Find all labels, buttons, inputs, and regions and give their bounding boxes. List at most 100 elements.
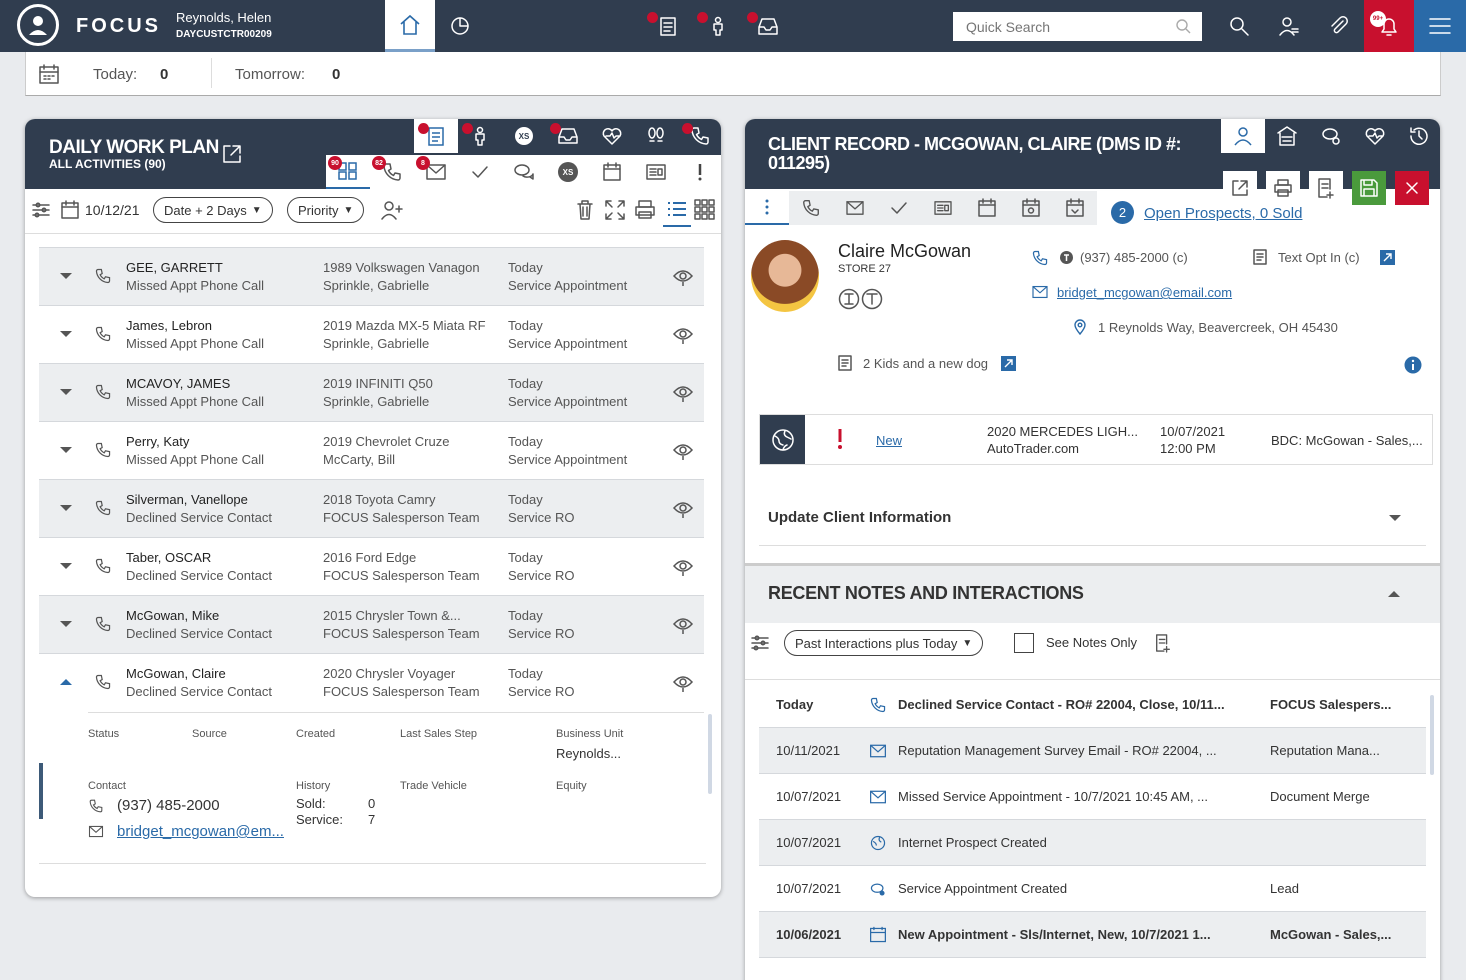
preview-button[interactable] — [672, 616, 694, 637]
see-notes-only-checkbox[interactable] — [1014, 633, 1034, 653]
preview-button[interactable] — [672, 558, 694, 579]
table-row[interactable]: Perry, Katy Missed Appt Phone Call 2019 … — [39, 422, 704, 480]
chevron-up-icon[interactable] — [59, 677, 73, 687]
table-row[interactable]: Taber, OSCAR Declined Service Contact 20… — [39, 538, 704, 596]
client-name[interactable]: Silverman, Vanellope — [126, 492, 248, 507]
preview-button[interactable] — [672, 384, 694, 405]
tab-garage[interactable] — [1265, 119, 1309, 153]
table-row[interactable]: MCAVOY, JAMES Missed Appt Phone Call 201… — [39, 364, 704, 422]
preview-button[interactable] — [672, 268, 694, 289]
tab-service-appointments[interactable] — [1009, 191, 1053, 225]
grid-view-icon[interactable] — [694, 199, 716, 221]
preview-button[interactable] — [672, 674, 694, 695]
chevron-down-icon[interactable] — [59, 387, 73, 397]
sort-dropdown[interactable]: Priority ▼ — [287, 197, 365, 223]
client-name[interactable]: Perry, Katy — [126, 434, 189, 449]
tab-service[interactable] — [1309, 119, 1353, 153]
table-row[interactable]: James, Lebron Missed Appt Phone Call 201… — [39, 306, 704, 364]
chevron-down-icon[interactable] — [59, 561, 73, 571]
user-search-button[interactable] — [1264, 0, 1314, 52]
notes-filter-dropdown[interactable]: Past Interactions plus Today ▼ — [784, 630, 984, 656]
list-item[interactable]: 10/07/2021 Missed Service Appointment - … — [759, 774, 1426, 820]
tab-tasks[interactable] — [877, 191, 921, 225]
tomorrow-count[interactable]: 0 — [332, 66, 340, 83]
tab-inbox[interactable] — [546, 119, 590, 153]
preview-button[interactable] — [672, 442, 694, 463]
tab-documents[interactable] — [921, 191, 965, 225]
note-add-icon[interactable] — [1154, 632, 1172, 654]
edit-phone-button[interactable] — [1380, 250, 1395, 265]
client-phone[interactable]: (937) 485-2000 (c) — [1080, 250, 1188, 265]
home-button[interactable] — [385, 0, 435, 52]
tab-calls[interactable]: 82 — [370, 155, 414, 189]
search-button[interactable] — [1214, 0, 1264, 52]
add-note-button[interactable] — [1309, 171, 1343, 205]
client-name[interactable]: Taber, OSCAR — [126, 550, 211, 565]
tab-emails[interactable]: 8 — [414, 155, 458, 189]
tab-walk-in[interactable] — [634, 119, 678, 153]
prospect-row[interactable]: New 2020 MERCEDES LIGH... AutoTrader.com… — [759, 414, 1433, 465]
client-name[interactable]: McGowan, Claire — [126, 666, 226, 681]
inbox-nav-button[interactable] — [743, 0, 793, 52]
edit-note-button[interactable] — [1001, 356, 1016, 371]
tab-events[interactable] — [1053, 191, 1097, 225]
trash-icon[interactable] — [576, 199, 594, 221]
tab-emails[interactable] — [833, 191, 877, 225]
dashboard-button[interactable] — [435, 0, 485, 52]
tab-history[interactable] — [1397, 119, 1440, 153]
tab-priority[interactable] — [678, 155, 721, 189]
main-menu-button[interactable] — [1414, 0, 1466, 52]
client-name[interactable]: GEE, GARRETT — [126, 260, 223, 275]
tab-work-plan[interactable] — [414, 119, 458, 153]
quick-search-input[interactable] — [953, 12, 1202, 41]
chevron-down-icon[interactable] — [59, 503, 73, 513]
notes-scrollbar[interactable] — [1429, 695, 1435, 775]
contact-phone[interactable]: (937) 485-2000 — [117, 797, 220, 814]
client-name[interactable]: MCAVOY, JAMES — [126, 376, 230, 391]
tab-xs[interactable]: XS — [502, 119, 546, 153]
preview-button[interactable] — [672, 500, 694, 521]
tab-appointments[interactable] — [590, 155, 634, 189]
calendar-icon[interactable] — [60, 200, 80, 220]
tab-all-activities[interactable]: 90 — [326, 155, 370, 189]
notifications-button[interactable]: 99+ — [1364, 0, 1414, 52]
chevron-down-icon[interactable] — [59, 271, 73, 281]
today-count[interactable]: 0 — [160, 66, 168, 83]
expand-icon[interactable] — [604, 199, 626, 221]
date-range-dropdown[interactable]: Date + 2 Days ▼ — [153, 197, 273, 223]
tab-xs-activities[interactable]: XS — [546, 155, 590, 189]
close-button[interactable] — [1395, 171, 1429, 205]
chevron-down-icon[interactable] — [59, 619, 73, 629]
list-item[interactable]: Today Declined Service Contact - RO# 220… — [759, 682, 1426, 728]
tab-showroom[interactable] — [458, 119, 502, 153]
client-name[interactable]: McGowan, Mike — [126, 608, 219, 623]
tab-client-info[interactable] — [1221, 119, 1265, 153]
tab-appointments[interactable] — [965, 191, 1009, 225]
add-person-icon[interactable] — [380, 199, 404, 221]
info-icon[interactable] — [1404, 356, 1422, 374]
tab-phone[interactable] — [678, 119, 721, 153]
voice-search-icon[interactable] — [1175, 18, 1193, 34]
table-row[interactable]: Silverman, Vanellope Declined Service Co… — [39, 480, 704, 538]
chevron-down-icon[interactable] — [59, 445, 73, 455]
tab-more[interactable] — [745, 191, 789, 225]
recent-notes-header[interactable]: RECENT NOTES AND INTERACTIONS — [745, 563, 1440, 623]
tab-calls[interactable] — [789, 191, 833, 225]
popout-icon[interactable] — [221, 143, 243, 165]
filter-sliders-icon[interactable] — [750, 633, 770, 653]
list-item[interactable]: 10/11/2021 Reputation Management Survey … — [759, 728, 1426, 774]
preview-button[interactable] — [672, 326, 694, 347]
filter-sliders-icon[interactable] — [31, 200, 51, 220]
client-email[interactable]: bridget_mcgowan@email.com — [1057, 285, 1232, 300]
print-button[interactable] — [1266, 171, 1300, 205]
tab-tasks[interactable] — [458, 155, 502, 189]
chevron-down-icon[interactable] — [59, 329, 73, 339]
client-name[interactable]: James, Lebron — [126, 318, 212, 333]
tab-chat[interactable] — [502, 155, 546, 189]
list-item[interactable]: 10/07/2021 Internet Prospect Created — [759, 820, 1426, 866]
list-item[interactable]: 10/06/2021 New Appointment - Sls/Interne… — [759, 912, 1426, 958]
list-view-button[interactable] — [663, 195, 691, 227]
contact-email[interactable]: bridget_mcgowan@em... — [117, 823, 284, 840]
client-address[interactable]: 1 Reynolds Way, Beavercreek, OH 45430 — [1098, 320, 1338, 335]
tab-health[interactable] — [590, 119, 634, 153]
